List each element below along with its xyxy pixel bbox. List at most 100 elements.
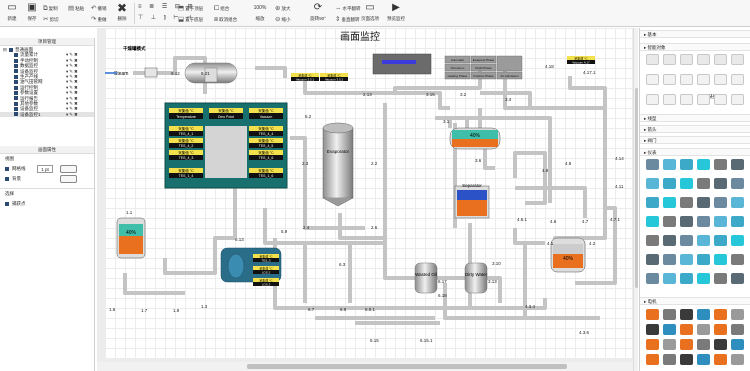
library-section-5[interactable]: ▸ 仪表 bbox=[640, 148, 750, 156]
instrument-icon[interactable] bbox=[646, 235, 659, 246]
dirty-water-tank[interactable]: Dirty Water bbox=[464, 262, 488, 294]
copy-button[interactable]: ⧉复制 bbox=[43, 4, 58, 13]
smart-object-icon[interactable] bbox=[697, 94, 710, 105]
instrument-icon[interactable] bbox=[663, 254, 676, 265]
capture-checkbox[interactable] bbox=[5, 201, 9, 206]
left-tank[interactable]: 40% bbox=[116, 217, 146, 259]
vacuum-tag[interactable]: 采集值 °CVacuum 4.17 bbox=[567, 55, 595, 64]
motor-icon[interactable] bbox=[663, 324, 676, 335]
motor-icon[interactable] bbox=[680, 354, 693, 365]
page-options-button[interactable]: ▭ 页面选项 bbox=[359, 2, 381, 25]
new-button[interactable]: ▭ 新建 bbox=[2, 2, 22, 25]
mode-button-blank[interactable] bbox=[496, 55, 523, 72]
v-flip-button[interactable]: ⇕垂直翻转 bbox=[335, 15, 359, 24]
page-checkbox[interactable] bbox=[14, 85, 18, 90]
smart-object-icon[interactable] bbox=[646, 74, 659, 85]
page-checkbox[interactable] bbox=[14, 112, 18, 117]
motor-icon[interactable] bbox=[663, 339, 676, 350]
instrument-icon[interactable] bbox=[646, 178, 659, 189]
instrument-icon[interactable] bbox=[714, 273, 727, 284]
undo-button[interactable]: ↶撤销 bbox=[91, 4, 106, 13]
instrument-icon[interactable] bbox=[680, 235, 693, 246]
instrument-icon[interactable] bbox=[680, 216, 693, 227]
zoom-out-button[interactable]: ⊖缩小 bbox=[275, 15, 290, 24]
smart-object-icon[interactable] bbox=[680, 74, 693, 85]
instrument-icon[interactable] bbox=[646, 273, 659, 284]
vertical-scrollbar[interactable] bbox=[633, 28, 638, 371]
instrument-icon[interactable] bbox=[680, 254, 693, 265]
save-button[interactable]: ▣ 保存 bbox=[22, 2, 42, 25]
motor-icon[interactable] bbox=[646, 324, 659, 335]
page-checkbox[interactable] bbox=[14, 96, 18, 101]
smart-object-icon[interactable] bbox=[714, 54, 727, 65]
library-section-3[interactable]: ▸ 箭头 bbox=[640, 125, 750, 133]
mode-button[interactable]: Petroleum bbox=[444, 63, 471, 72]
instrument-icon[interactable] bbox=[646, 216, 659, 227]
bg-color-swatch[interactable] bbox=[60, 175, 77, 183]
steam-valve-icon[interactable] bbox=[144, 67, 158, 78]
motor-icon[interactable] bbox=[731, 354, 744, 365]
vacuum-tag[interactable]: 采集值 °CVacuum 3.5.2 bbox=[320, 72, 348, 81]
mode-button[interactable]: Heating Phase bbox=[444, 71, 471, 80]
instrument-icon[interactable] bbox=[714, 197, 727, 208]
right-tank[interactable]: 40% bbox=[550, 237, 586, 273]
motor-icon[interactable] bbox=[663, 309, 676, 320]
instrument-icon[interactable] bbox=[731, 235, 744, 246]
smart-object-icon[interactable] bbox=[663, 74, 676, 85]
page-checkbox[interactable] bbox=[14, 107, 18, 112]
temperature-tag[interactable]: 采集值 °CTES_1_6 bbox=[249, 168, 283, 178]
instrument-icon[interactable] bbox=[714, 178, 727, 189]
instrument-icon[interactable] bbox=[697, 178, 710, 189]
bring-top-button[interactable]: ⬒置于顶层 bbox=[178, 4, 203, 13]
h-flip-button[interactable]: ⇔水平翻转 bbox=[335, 4, 361, 13]
library-section-4[interactable]: ▸ 阀门 bbox=[640, 136, 750, 144]
instrument-icon[interactable] bbox=[680, 273, 693, 284]
cut-button[interactable]: ✂剪切 bbox=[43, 15, 58, 24]
instrument-icon[interactable] bbox=[663, 273, 676, 284]
tree-item-actions[interactable]: ▾✎✖ bbox=[66, 112, 79, 117]
mode-button[interactable]: Automatic bbox=[444, 55, 471, 64]
grid-size-input[interactable]: 1 pt bbox=[37, 165, 53, 173]
page-checkbox[interactable] bbox=[14, 80, 18, 85]
mode-button[interactable]: Air Admission bbox=[496, 71, 523, 80]
motor-icon[interactable] bbox=[680, 324, 693, 335]
motor-icon[interactable] bbox=[680, 339, 693, 350]
rotate-button[interactable]: ⟳ 旋转90° bbox=[305, 2, 331, 25]
motor-icon[interactable] bbox=[731, 324, 744, 335]
instrument-icon[interactable] bbox=[731, 197, 744, 208]
motor-icon[interactable] bbox=[731, 339, 744, 350]
temperature-tag[interactable]: 采集值 °CTES_1_4 bbox=[169, 168, 203, 178]
instrument-icon[interactable] bbox=[646, 159, 659, 170]
motor-icon[interactable] bbox=[697, 324, 710, 335]
bg-checkbox[interactable] bbox=[5, 176, 9, 181]
instrument-icon[interactable] bbox=[714, 216, 727, 227]
group-button[interactable]: ⧠组合 bbox=[214, 4, 229, 13]
page-checkbox[interactable] bbox=[14, 101, 18, 106]
smart-object-icon[interactable] bbox=[663, 54, 676, 65]
grid-checkbox[interactable] bbox=[5, 166, 9, 171]
page-checkbox[interactable] bbox=[14, 69, 18, 74]
paste-button[interactable]: ▤粘贴 bbox=[68, 4, 84, 13]
smart-object-icon[interactable] bbox=[731, 74, 744, 85]
instrument-icon[interactable] bbox=[680, 178, 693, 189]
page-checkbox[interactable] bbox=[14, 74, 18, 79]
instrument-icon[interactable] bbox=[731, 159, 744, 170]
page-checkbox[interactable] bbox=[14, 58, 18, 63]
instrument-icon[interactable] bbox=[697, 216, 710, 227]
separator[interactable]: Separator bbox=[454, 183, 490, 219]
instrument-icon[interactable] bbox=[663, 178, 676, 189]
page-checkbox[interactable] bbox=[14, 53, 18, 58]
smart-object-icon[interactable] bbox=[714, 74, 727, 85]
smart-object-icon[interactable] bbox=[680, 94, 693, 105]
instrument-icon[interactable] bbox=[646, 254, 659, 265]
preview-button[interactable]: ▶ 预览监控 bbox=[385, 2, 407, 25]
instrument-icon[interactable] bbox=[663, 159, 676, 170]
mode-button[interactable]: Distill Phase bbox=[470, 63, 497, 72]
instrument-icon[interactable] bbox=[697, 254, 710, 265]
tree-item[interactable]: 设备监控1 ▾✎✖ bbox=[0, 111, 94, 118]
smart-object-icon[interactable] bbox=[714, 94, 727, 105]
redo-button[interactable]: ↷重做 bbox=[91, 15, 106, 24]
instrument-icon[interactable] bbox=[714, 235, 727, 246]
motor-icon[interactable] bbox=[663, 354, 676, 365]
motor-icon[interactable] bbox=[714, 309, 727, 320]
